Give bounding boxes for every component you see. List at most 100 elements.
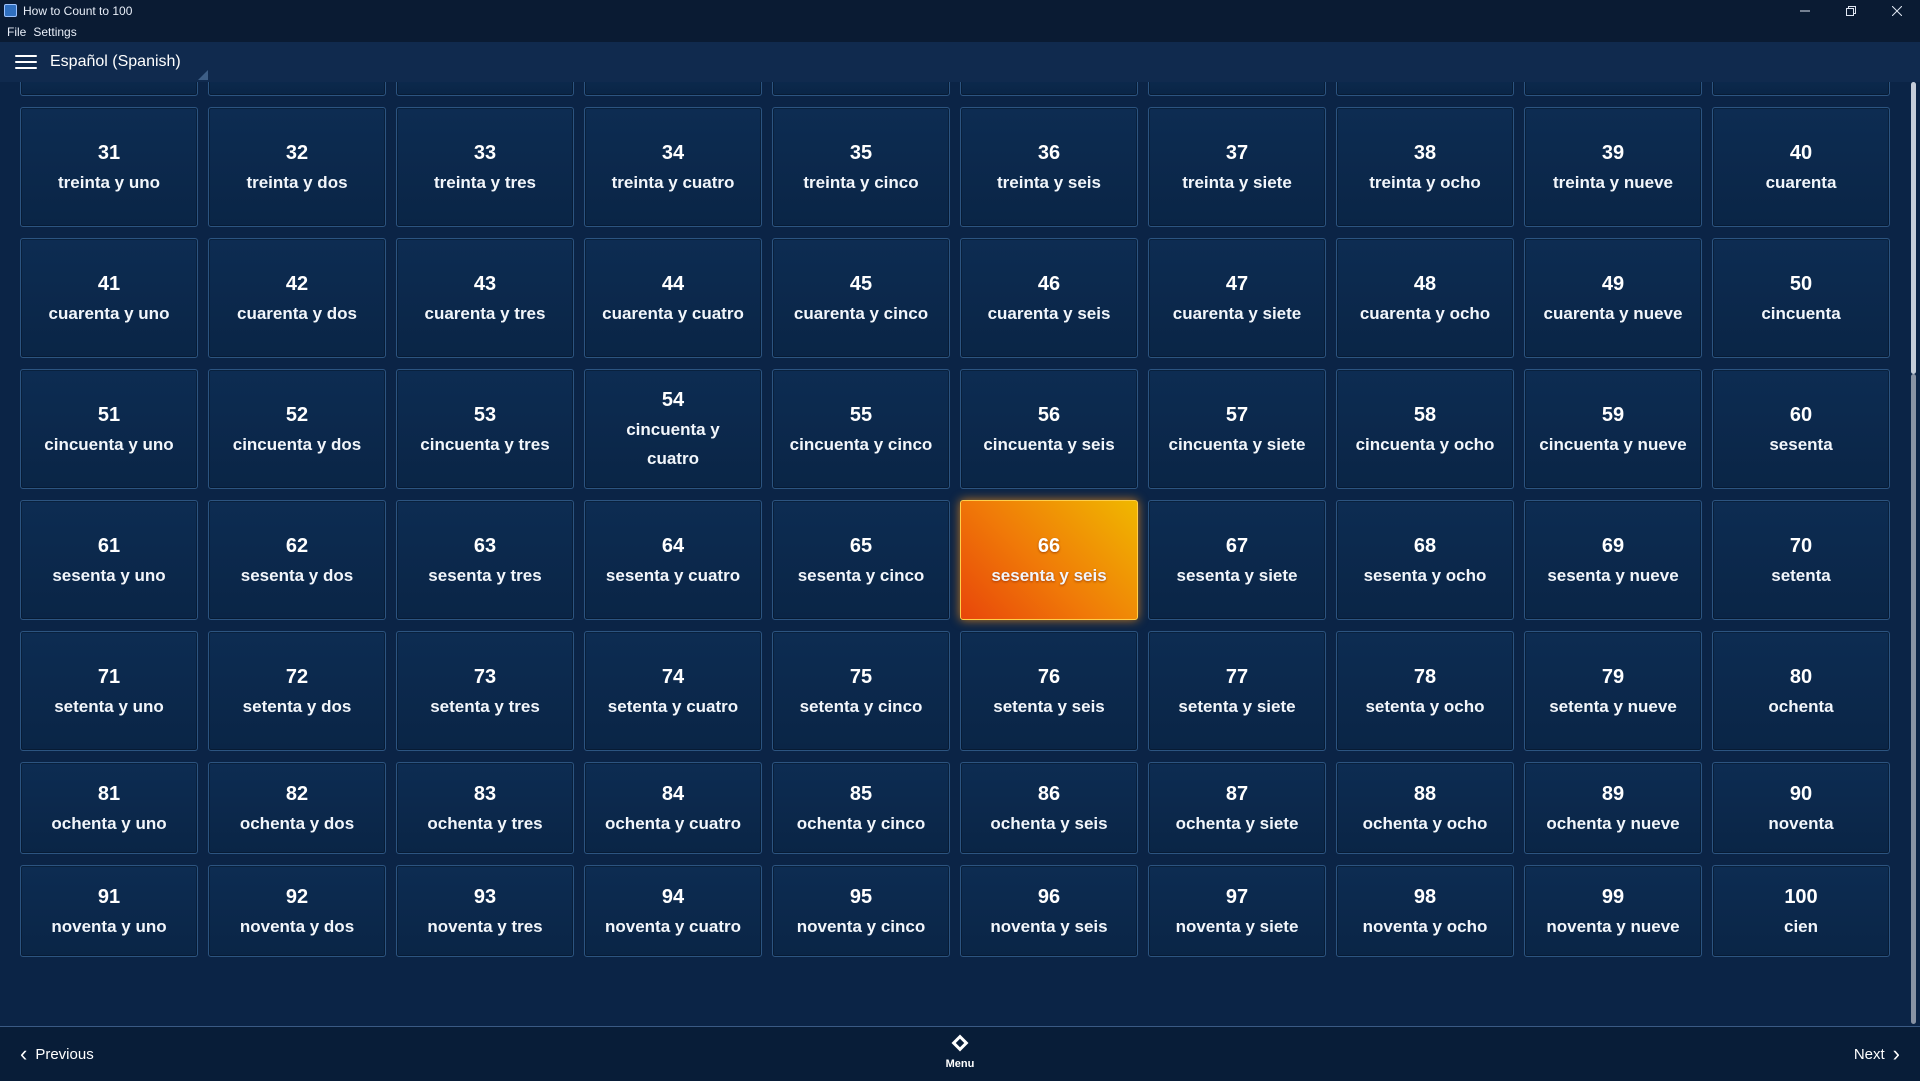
number-tile[interactable]: 57 cincuenta y siete [1148,369,1326,489]
number-tile[interactable]: 48 cuarenta y ocho [1336,238,1514,358]
number-tile[interactable]: 56 cincuenta y seis [960,369,1138,489]
number-tile[interactable]: 64 sesenta y cuatro [584,500,762,620]
number-tile[interactable]: 38 treinta y ocho [1336,107,1514,227]
tile-number: 89 [1601,782,1625,805]
number-tile-partial[interactable] [960,82,1138,96]
number-tile[interactable]: 41 cuarenta y uno [20,238,198,358]
number-tile[interactable]: 88 ochenta y ocho [1336,762,1514,854]
number-tile[interactable]: 63 sesenta y tres [396,500,574,620]
number-tile[interactable]: 50 cincuenta [1712,238,1890,358]
number-tile[interactable]: 52 cincuenta y dos [208,369,386,489]
number-tile[interactable]: 85 ochenta y cinco [772,762,950,854]
number-tile[interactable]: 62 sesenta y dos [208,500,386,620]
number-tile[interactable]: 89 ochenta y nueve [1524,762,1702,854]
number-tile[interactable]: 72 setenta y dos [208,631,386,751]
number-tile-selected[interactable]: 66 sesenta y seis [960,500,1138,620]
tile-word: sesenta y cinco [797,565,925,585]
number-tile[interactable]: 68 sesenta y ocho [1336,500,1514,620]
number-tile[interactable]: 43 cuarenta y tres [396,238,574,358]
number-tile[interactable]: 98 noventa y ocho [1336,865,1514,957]
number-tile[interactable]: 37 treinta y siete [1148,107,1326,227]
number-tile[interactable]: 49 cuarenta y nueve [1524,238,1702,358]
previous-button[interactable]: ‹ Previous [12,1027,94,1081]
number-tile[interactable]: 92 noventa y dos [208,865,386,957]
number-tile[interactable]: 61 sesenta y uno [20,500,198,620]
number-tile-partial[interactable] [1336,82,1514,96]
number-tile[interactable]: 86 ochenta y seis [960,762,1138,854]
number-tile[interactable]: 33 treinta y tres [396,107,574,227]
number-tile[interactable]: 36 treinta y seis [960,107,1138,227]
number-tile[interactable]: 81 ochenta y uno [20,762,198,854]
scrollbar-track[interactable] [1911,374,1916,1024]
number-tile[interactable]: 32 treinta y dos [208,107,386,227]
language-dropdown-corner-icon[interactable] [198,70,208,80]
number-tile[interactable]: 96 noventa y seis [960,865,1138,957]
number-tile[interactable]: 90 noventa [1712,762,1890,854]
tile-number: 84 [661,782,685,805]
number-tile-partial[interactable] [1148,82,1326,96]
number-tile[interactable]: 77 setenta y siete [1148,631,1326,751]
number-tile[interactable]: 34 treinta y cuatro [584,107,762,227]
number-tile[interactable]: 70 setenta [1712,500,1890,620]
number-tile[interactable]: 95 noventa y cinco [772,865,950,957]
number-tile[interactable]: 74 setenta y cuatro [584,631,762,751]
next-button[interactable]: Next › [1854,1027,1908,1081]
number-tile[interactable]: 67 sesenta y siete [1148,500,1326,620]
number-tile[interactable]: 58 cincuenta y ocho [1336,369,1514,489]
scrollbar-thumb[interactable] [1911,82,1916,374]
menu-button[interactable]: Menu [930,1033,990,1077]
number-tile[interactable]: 82 ochenta y dos [208,762,386,854]
number-tile[interactable]: 78 setenta y ocho [1336,631,1514,751]
number-tile-partial[interactable] [396,82,574,96]
number-tile[interactable]: 84 ochenta y cuatro [584,762,762,854]
minimize-button[interactable] [1782,0,1828,21]
number-tile[interactable]: 47 cuarenta y siete [1148,238,1326,358]
number-tile[interactable]: 75 setenta y cinco [772,631,950,751]
number-tile[interactable]: 55 cincuenta y cinco [772,369,950,489]
number-tile[interactable]: 69 sesenta y nueve [1524,500,1702,620]
menu-file[interactable]: File [7,25,26,39]
hamburger-icon[interactable] [15,55,37,69]
tile-word: noventa y cuatro [604,916,742,936]
number-tile[interactable]: 54 cincuenta y cuatro [584,369,762,489]
number-tile[interactable]: 91 noventa y uno [20,865,198,957]
number-tile[interactable]: 83 ochenta y tres [396,762,574,854]
number-tile-partial[interactable] [20,82,198,96]
number-tile[interactable]: 40 cuarenta [1712,107,1890,227]
diamond-icon [951,1034,969,1052]
close-button[interactable] [1874,0,1920,21]
number-tile[interactable]: 53 cincuenta y tres [396,369,574,489]
tile-number: 51 [97,403,121,426]
number-tile[interactable]: 99 noventa y nueve [1524,865,1702,957]
number-tile[interactable]: 65 sesenta y cinco [772,500,950,620]
number-tile[interactable]: 76 setenta y seis [960,631,1138,751]
number-tile[interactable]: 71 setenta y uno [20,631,198,751]
number-tile[interactable]: 51 cincuenta y uno [20,369,198,489]
number-tile[interactable]: 100 cien [1712,865,1890,957]
number-tile[interactable]: 31 treinta y uno [20,107,198,227]
number-tile-partial[interactable] [772,82,950,96]
number-tile[interactable]: 93 noventa y tres [396,865,574,957]
vertical-scrollbar[interactable] [1908,82,1918,1026]
restore-button[interactable] [1828,0,1874,21]
number-tile[interactable]: 94 noventa y cuatro [584,865,762,957]
number-tile[interactable]: 73 setenta y tres [396,631,574,751]
number-tile[interactable]: 42 cuarenta y dos [208,238,386,358]
number-tile[interactable]: 35 treinta y cinco [772,107,950,227]
number-tile[interactable]: 46 cuarenta y seis [960,238,1138,358]
number-tile[interactable]: 59 cincuenta y nueve [1524,369,1702,489]
number-tile-partial[interactable] [584,82,762,96]
number-tile-partial[interactable] [1712,82,1890,96]
number-tile[interactable]: 39 treinta y nueve [1524,107,1702,227]
number-tile[interactable]: 60 sesenta [1712,369,1890,489]
number-tile[interactable]: 87 ochenta y siete [1148,762,1326,854]
number-tile[interactable]: 45 cuarenta y cinco [772,238,950,358]
number-tile[interactable]: 79 setenta y nueve [1524,631,1702,751]
number-tile[interactable]: 97 noventa y siete [1148,865,1326,957]
number-grid-viewport[interactable]: 31 treinta y uno 32 treinta y dos 33 treinta … [0,82,1906,1026]
menu-settings[interactable]: Settings [33,25,76,39]
number-tile-partial[interactable] [1524,82,1702,96]
number-tile[interactable]: 44 cuarenta y cuatro [584,238,762,358]
number-tile[interactable]: 80 ochenta [1712,631,1890,751]
number-tile-partial[interactable] [208,82,386,96]
